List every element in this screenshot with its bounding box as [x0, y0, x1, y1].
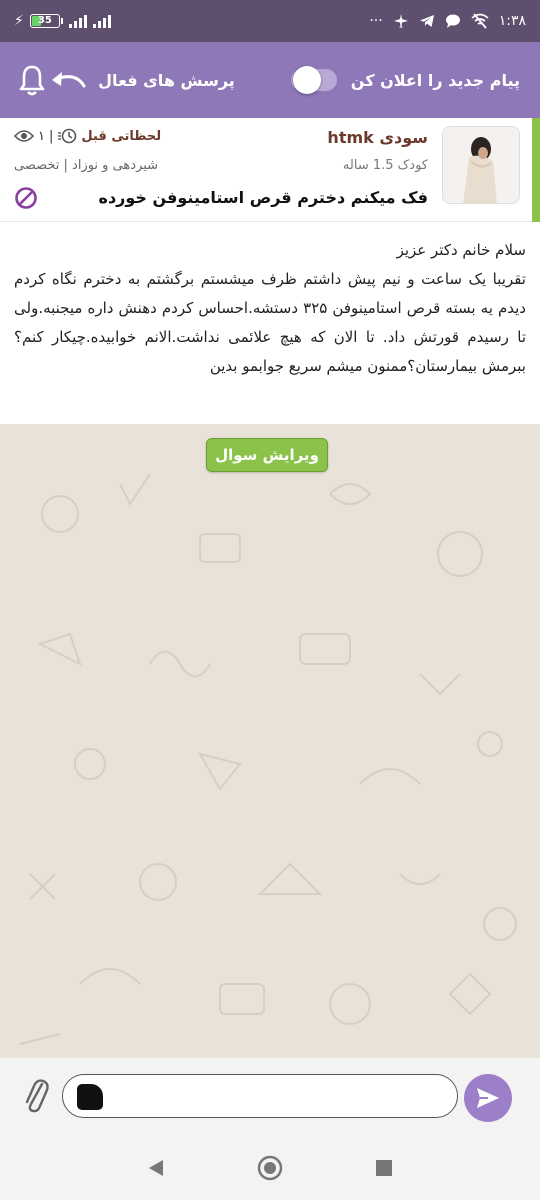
notify-label: پیام جدید را اعلان کن — [350, 70, 520, 90]
nav-back-icon[interactable] — [147, 1159, 165, 1177]
top-bar: پیام جدید را اعلان کن پرسش های فعال — [0, 42, 540, 118]
nav-recents-icon[interactable] — [375, 1159, 393, 1177]
clock-time: ۱:۳۸ — [498, 13, 526, 29]
avatar[interactable] — [442, 126, 520, 204]
attach-icon[interactable] — [22, 1076, 50, 1114]
message-input[interactable] — [62, 1074, 458, 1118]
system-nav-bar — [0, 1136, 540, 1200]
airplane-icon — [393, 14, 408, 28]
charging-icon: ⚡ — [14, 13, 24, 29]
battery-level: 35 — [37, 15, 52, 26]
question-body: سلام خانم دکتر عزیز تقریبا یک ساعت و نیم… — [0, 222, 540, 424]
telegram-icon — [419, 15, 434, 27]
time-ago: لحظاتی قبل — [81, 128, 162, 144]
status-right: ··· ۱:۳۸ — [369, 13, 526, 29]
question-greeting: سلام خانم دکتر عزیز — [396, 241, 526, 259]
edit-question-button[interactable]: ویرایش سوال — [206, 438, 328, 472]
signal-icon — [68, 14, 87, 28]
meta-separator: | — [48, 128, 54, 144]
clock-icon — [58, 128, 77, 144]
send-button[interactable] — [464, 1074, 512, 1122]
block-icon[interactable] — [14, 186, 38, 210]
toggle-knob — [292, 66, 321, 94]
chat-icon — [445, 14, 460, 28]
eye-icon — [14, 130, 34, 142]
status-left: ⚡ 35 — [14, 13, 111, 29]
emoji-icon[interactable] — [77, 1084, 103, 1110]
notify-toggle[interactable] — [290, 66, 337, 94]
more-notifications-icon: ··· — [369, 13, 383, 29]
question-category: شیردهی و نوزاد | تخصصی — [14, 158, 159, 173]
question-text: تقریبا یک ساعت و نیم پیش داشتم ظرف میشست… — [14, 270, 526, 375]
battery-icon: 35 — [29, 14, 63, 28]
chat-area — [0, 424, 540, 1058]
active-questions-button[interactable]: پرسش های فعال — [48, 68, 235, 92]
bell-icon[interactable] — [18, 64, 46, 96]
view-count: ۱ — [38, 128, 45, 144]
question-meta: ۱ | لحظاتی قبل — [14, 128, 161, 144]
question-card: سودی htmk کودک 1.5 ساله فک میکنم دخترم ق… — [0, 118, 540, 222]
active-questions-label: پرسش های فعال — [98, 70, 235, 90]
question-title: فک میکنم دخترم قرص استامینوفن خورده — [98, 188, 429, 207]
send-icon — [477, 1088, 499, 1108]
status-bar: ⚡ 35 ··· ۱:۳۸ — [0, 0, 540, 42]
chat-wallpaper — [19, 473, 517, 1045]
user-name: سودی htmk — [327, 128, 428, 147]
wifi-off-icon — [471, 13, 489, 29]
message-input-bar — [0, 1058, 540, 1136]
signal-icon-2 — [92, 14, 111, 28]
nav-home-icon[interactable] — [257, 1155, 283, 1181]
back-arrow-icon — [52, 72, 86, 88]
child-age: کودک 1.5 ساله — [342, 158, 428, 173]
